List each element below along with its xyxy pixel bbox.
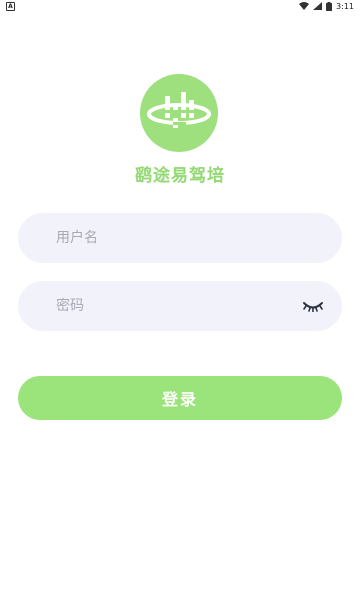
eye-closed-icon[interactable] — [302, 299, 324, 313]
login-button[interactable]: 登录 — [18, 376, 342, 420]
logo-icon — [147, 92, 211, 128]
wifi-icon — [299, 2, 310, 10]
app-logo — [140, 74, 218, 152]
battery-icon — [326, 1, 333, 11]
status-left: A — [6, 1, 15, 11]
password-input[interactable] — [18, 285, 298, 327]
app-notification-icon: A — [6, 1, 15, 11]
signal-icon — [313, 2, 323, 10]
username-input[interactable] — [18, 217, 298, 259]
status-time: 3:11 — [336, 1, 354, 11]
status-bar: A 3:11 — [0, 0, 360, 12]
password-field[interactable] — [18, 281, 342, 331]
status-right: 3:11 — [299, 1, 354, 11]
username-field[interactable] — [18, 213, 342, 263]
app-title: 鹞途易驾培 — [135, 166, 225, 186]
